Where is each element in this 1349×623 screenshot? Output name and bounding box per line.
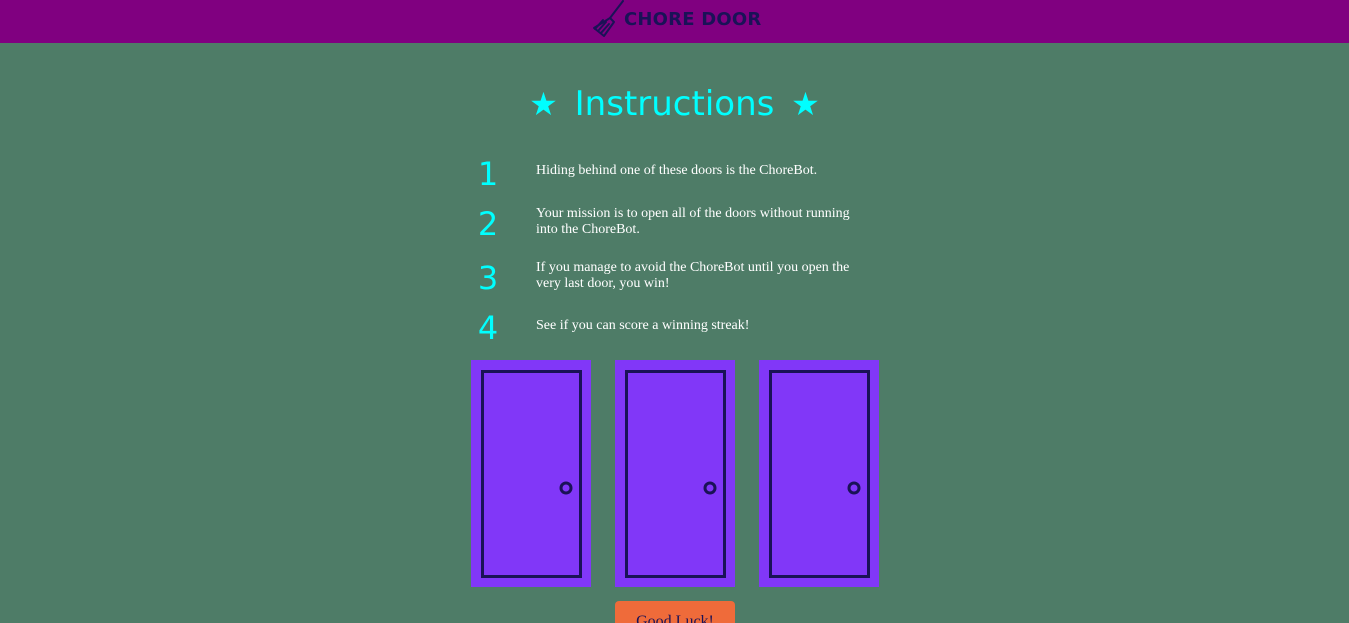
logo: CHORE DOOR <box>592 0 762 40</box>
step-text: If you manage to avoid the ChoreBot unti… <box>536 260 850 291</box>
door-3[interactable] <box>759 360 879 587</box>
door-icon <box>481 370 582 578</box>
door-1[interactable] <box>471 360 591 587</box>
broom-icon <box>593 0 624 37</box>
header-bar: CHORE DOOR <box>0 0 1349 43</box>
step-number: 3 <box>477 259 499 297</box>
title-text: Instructions <box>574 83 775 124</box>
door-2[interactable] <box>615 360 735 587</box>
step-number: 4 <box>477 309 499 347</box>
step-text: Hiding behind one of these doors is the … <box>536 163 818 178</box>
start-button[interactable]: Good Luck! <box>615 601 735 623</box>
step-number: 2 <box>477 205 499 243</box>
logo-text: CHORE DOOR <box>624 9 762 30</box>
step-number: 1 <box>477 155 499 193</box>
step-text: Your mission is to open all of the doors… <box>536 206 850 237</box>
step-text: See if you can score a winning streak! <box>536 318 750 333</box>
star-icon: ★ <box>791 84 820 123</box>
door-icon <box>769 370 870 578</box>
instructions-title: ★ Instructions ★ <box>0 82 1349 132</box>
star-icon: ★ <box>529 84 558 123</box>
door-icon <box>625 370 726 578</box>
